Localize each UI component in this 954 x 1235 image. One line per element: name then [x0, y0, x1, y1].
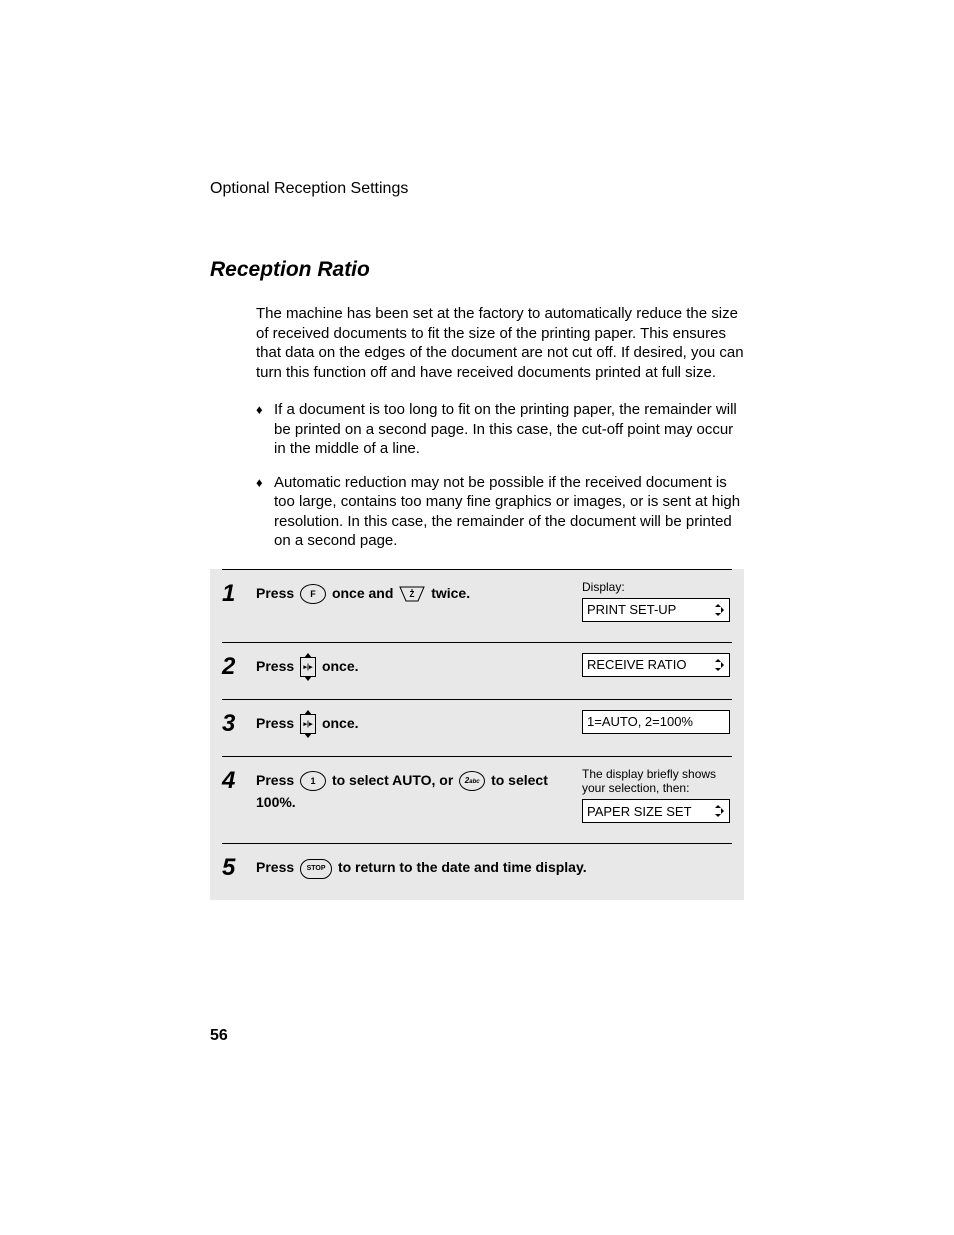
page-number: 56 [210, 1027, 228, 1045]
step-row: 2 Press ▸|▸ once. RECEIVE RATIO [222, 642, 732, 699]
bullet-icon: ♦ [256, 400, 274, 459]
step-row: 5 Press STOP to return to the date and t… [222, 843, 732, 900]
step-text: twice. [431, 585, 470, 601]
step-row: 3 Press ▸|▸ once. 1=AUTO, 2=100% [222, 699, 732, 756]
step-text: Press [256, 772, 298, 788]
display-label: Display: [582, 580, 732, 594]
steps-panel: 1 Press F once and Z twice. Display: PRI… [210, 569, 744, 901]
step-text: to return to the date and time display. [338, 859, 587, 875]
step-instruction: Press STOP to return to the date and tim… [256, 854, 732, 878]
step-row: 4 Press 1 to select AUTO, or 2abc to sel… [222, 756, 732, 844]
page-title: Reception Ratio [210, 258, 744, 282]
direction-key-icon: ▸|▸ [300, 657, 316, 677]
lcd-text: 1=AUTO, 2=100% [587, 714, 693, 729]
bullet-icon: ♦ [256, 473, 274, 551]
section-header: Optional Reception Settings [210, 180, 744, 198]
lcd-display: RECEIVE RATIO [582, 653, 730, 677]
updown-arrow-icon [711, 804, 725, 818]
step-text: Press [256, 715, 298, 731]
step-number: 5 [222, 854, 256, 880]
step-text: once. [322, 715, 359, 731]
step-text: once and [332, 585, 397, 601]
lcd-display: PRINT SET-UP [582, 598, 730, 622]
step-text: Press [256, 658, 298, 674]
step-instruction: Press F once and Z twice. [256, 580, 582, 604]
step-instruction: Press ▸|▸ once. [256, 653, 582, 677]
lcd-display: PAPER SIZE SET [582, 799, 730, 823]
step-number: 3 [222, 710, 256, 736]
display-note: The display briefly shows your selection… [582, 767, 732, 796]
list-item: ♦ If a document is too long to fit on th… [256, 400, 744, 459]
one-key-icon: 1 [300, 771, 326, 791]
step-number: 1 [222, 580, 256, 606]
bullet-text: If a document is too long to fit on the … [274, 400, 744, 459]
step-instruction: Press 1 to select AUTO, or 2abc to selec… [256, 767, 582, 813]
two-key-icon: 2abc [459, 771, 485, 791]
step-number: 2 [222, 653, 256, 679]
lcd-text: RECEIVE RATIO [587, 657, 686, 672]
updown-arrow-icon [711, 603, 725, 617]
step-number: 4 [222, 767, 256, 793]
function-key-icon: F [300, 584, 326, 604]
lcd-text: PAPER SIZE SET [587, 804, 692, 819]
step-text: once. [322, 658, 359, 674]
direction-key-icon: ▸|▸ [300, 714, 316, 734]
intro-paragraph: The machine has been set at the factory … [256, 304, 744, 382]
step-row: 1 Press F once and Z twice. Display: PRI… [222, 569, 732, 642]
step-text: Press [256, 859, 298, 875]
lcd-text: PRINT SET-UP [587, 602, 676, 617]
list-item: ♦ Automatic reduction may not be possibl… [256, 473, 744, 551]
lcd-display: 1=AUTO, 2=100% [582, 710, 730, 734]
stop-key-icon: STOP [300, 859, 332, 879]
step-text: Press [256, 585, 298, 601]
step-instruction: Press ▸|▸ once. [256, 710, 582, 734]
z-key-icon: Z [399, 586, 425, 602]
bullet-text: Automatic reduction may not be possible … [274, 473, 744, 551]
step-text: to select AUTO, or [332, 772, 457, 788]
updown-arrow-icon [711, 658, 725, 672]
bullet-list: ♦ If a document is too long to fit on th… [256, 400, 744, 551]
